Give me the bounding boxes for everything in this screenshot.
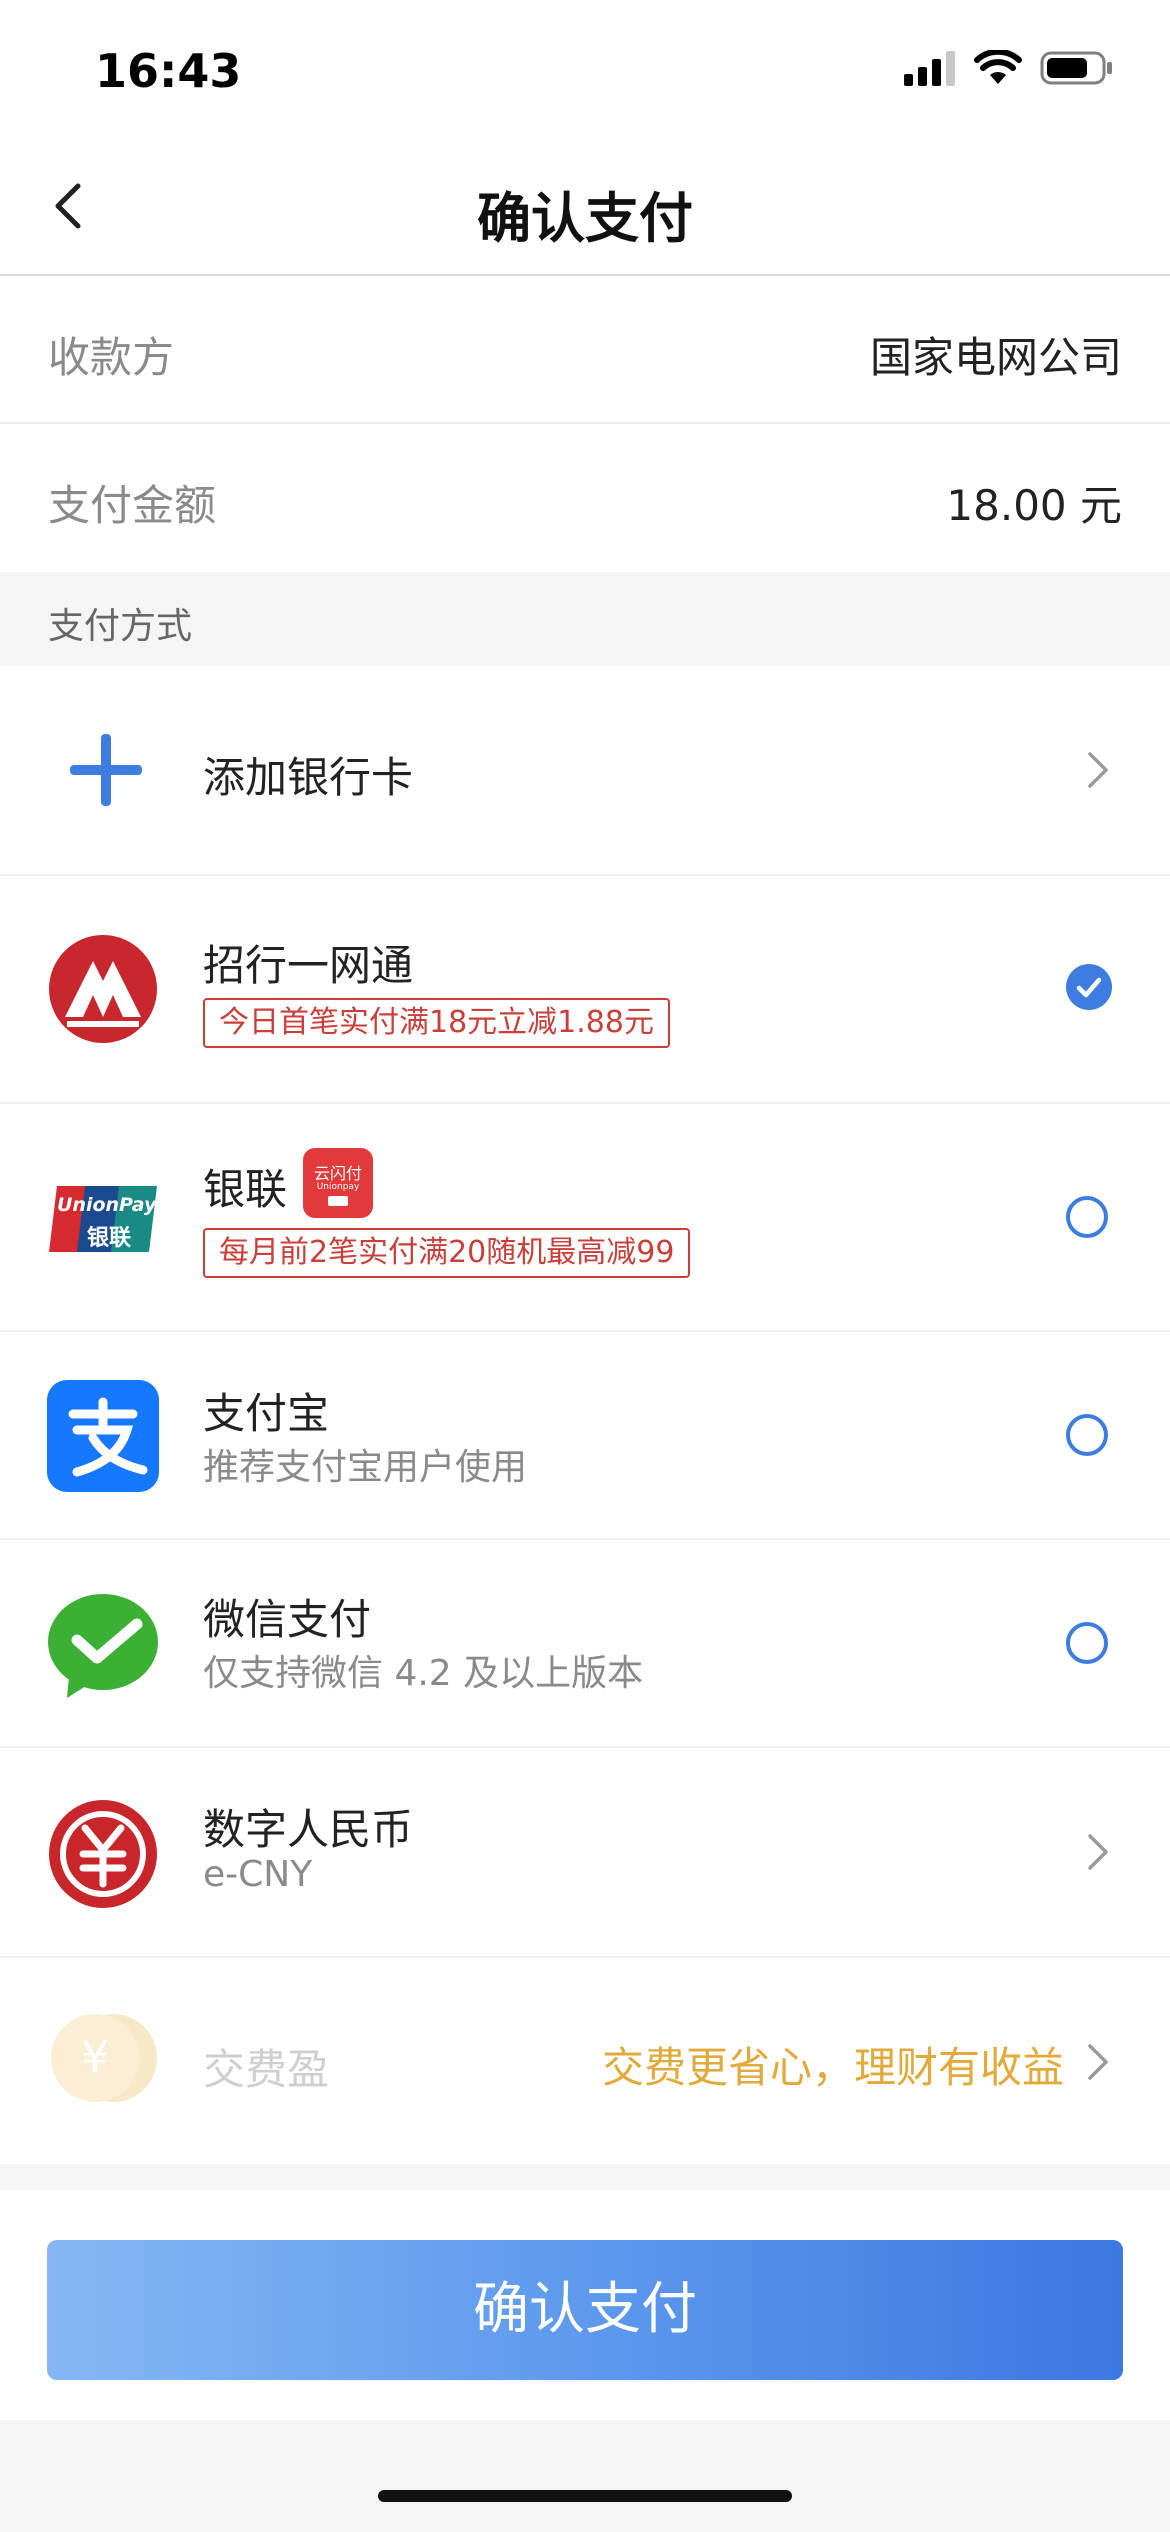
svg-text:¥: ¥	[81, 2032, 109, 2083]
wechat-pay-logo-icon	[48, 1594, 158, 1698]
alipay-row[interactable]: 支付宝 推荐支付宝用户使用	[0, 1332, 1170, 1538]
cmb-title: 招行一网通	[203, 941, 414, 990]
ecny-row[interactable]: 数字人民币 e-CNY	[0, 1748, 1170, 1956]
payee-label: 收款方	[48, 333, 175, 382]
wechat-pay-row[interactable]: 微信支付 仅支持微信 4.2 及以上版本	[0, 1540, 1170, 1746]
status-time: 16:43	[95, 44, 242, 98]
cmb-radio-checked[interactable]	[1066, 964, 1112, 1010]
wechat-pay-title: 微信支付	[203, 1595, 372, 1644]
jiaofeiying-row[interactable]: ¥ 交费盈 交费更省心，理财有收益	[0, 1958, 1170, 2164]
unionpay-logo-icon: UnionPay 银联	[47, 1184, 159, 1254]
ecny-title: 数字人民币	[203, 1805, 414, 1854]
alipay-radio[interactable]	[1066, 1414, 1108, 1456]
chevron-right-icon	[1088, 2044, 1108, 2080]
back-arrow-icon[interactable]	[40, 176, 100, 236]
chevron-right-icon	[1088, 752, 1108, 788]
amount-row: 支付金额 18.00 元	[0, 424, 1170, 572]
ecny-subtitle: e-CNY	[203, 1854, 313, 1895]
jiaofeiying-title: 交费盈	[203, 2045, 330, 2094]
status-icons	[904, 50, 1114, 86]
ecny-logo-icon	[49, 1800, 157, 1908]
unionpay-title: 银联	[203, 1165, 288, 1214]
payment-methods-label: 支付方式	[48, 606, 193, 647]
unionpay-promo-badge: 每月前2笔实付满20随机最高减99	[203, 1228, 691, 1278]
battery-icon	[1040, 51, 1112, 85]
jiaofeiying-coin-icon: ¥	[51, 2014, 157, 2102]
amount-value: 18.00 元	[946, 481, 1122, 530]
wifi-icon	[974, 50, 1022, 84]
check-icon	[1076, 977, 1102, 998]
cmb-promo-badge: 今日首笔实付满18元立减1.88元	[203, 998, 670, 1048]
payee-row: 收款方 国家电网公司	[0, 276, 1170, 424]
cmb-logo-icon	[49, 935, 157, 1043]
alipay-logo-icon	[47, 1380, 159, 1492]
plus-icon	[70, 734, 142, 806]
amount-label: 支付金额	[48, 481, 217, 530]
wechat-pay-subtitle: 仅支持微信 4.2 及以上版本	[203, 1653, 644, 1694]
chevron-right-icon	[1088, 1834, 1108, 1870]
confirm-area: 确认支付	[0, 2190, 1170, 2420]
nav-bar: 确认支付	[0, 140, 1170, 276]
payee-value: 国家电网公司	[869, 333, 1122, 382]
home-indicator[interactable]	[378, 2490, 792, 2502]
add-bank-card-label: 添加银行卡	[203, 753, 414, 802]
alipay-title: 支付宝	[203, 1389, 330, 1438]
jiaofeiying-promo: 交费更省心，理财有收益	[601, 2043, 1064, 2092]
unionpay-row[interactable]: UnionPay 银联 银联 云闪付 Unionpay 每月前2笔实付满20随机…	[0, 1104, 1170, 1330]
alipay-subtitle: 推荐支付宝用户使用	[203, 1447, 528, 1488]
signal-icon	[904, 51, 955, 86]
wechat-pay-radio[interactable]	[1066, 1622, 1108, 1664]
cloud-quickpass-badge-icon: 云闪付 Unionpay	[303, 1148, 373, 1218]
confirm-pay-button[interactable]: 确认支付	[47, 2240, 1123, 2380]
add-bank-card-row[interactable]: 添加银行卡	[0, 666, 1170, 874]
page-title: 确认支付	[477, 187, 693, 250]
status-bar: 16:43	[0, 0, 1170, 140]
cmb-row[interactable]: 招行一网通 今日首笔实付满18元立减1.88元	[0, 876, 1170, 1102]
unionpay-radio[interactable]	[1066, 1196, 1108, 1238]
